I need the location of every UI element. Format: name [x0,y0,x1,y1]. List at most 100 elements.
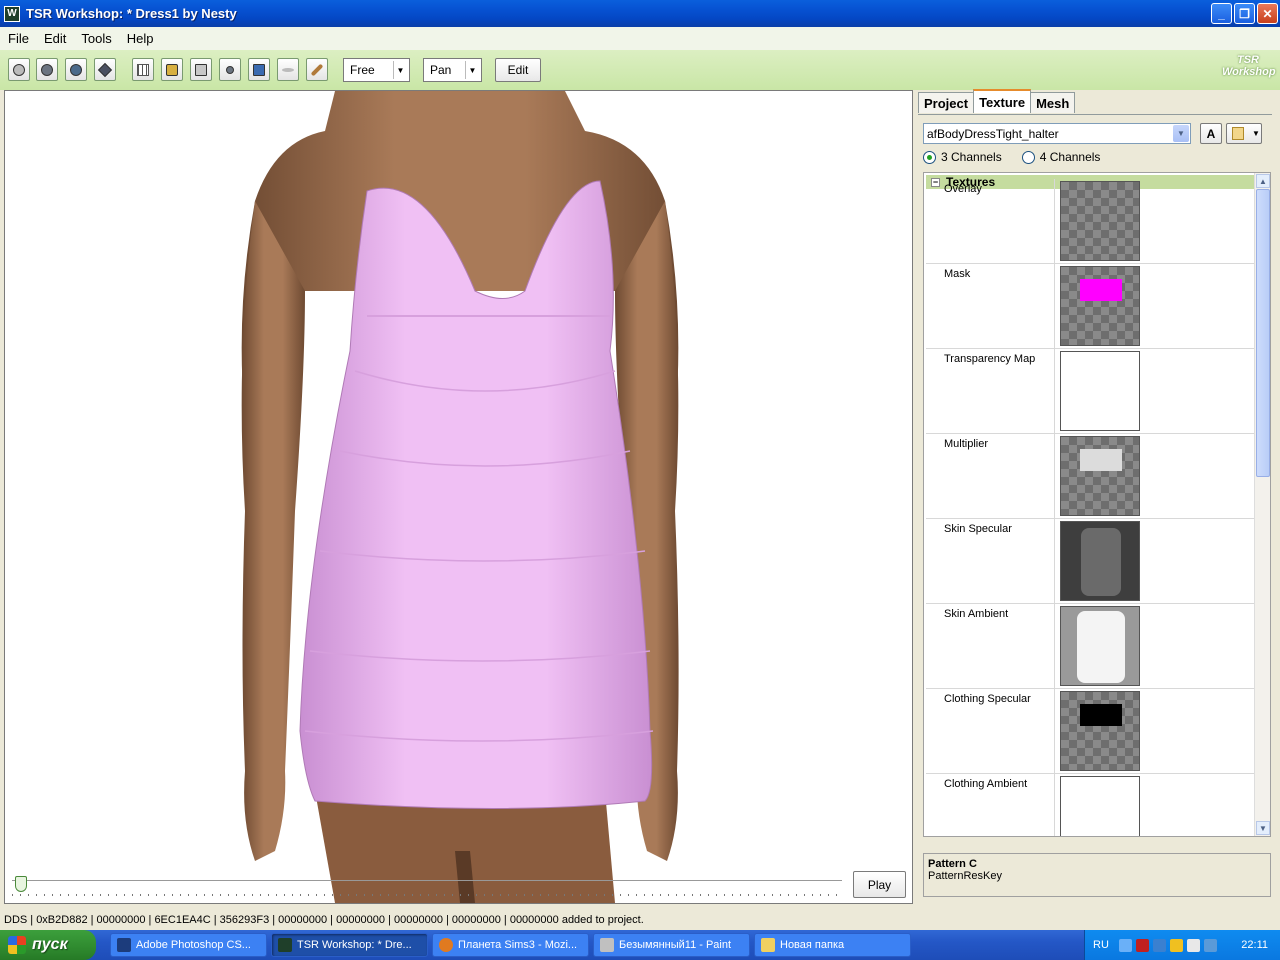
app-icon: W [4,5,20,22]
edit-button[interactable]: Edit [495,58,541,82]
four-channels-radio[interactable] [1021,150,1035,164]
texture-list: − Textures Overlay Mask Transparency Map [923,172,1271,837]
tsr-workshop-icon [278,938,292,952]
floor-button[interactable] [190,58,212,81]
description-subtitle: PatternResKey [928,870,1002,882]
minimize-button[interactable]: _ [1211,3,1232,24]
grid-button[interactable] [132,58,154,81]
texture-thumbnail[interactable] [1060,266,1140,346]
texture-label: Skin Ambient [944,608,1009,620]
network-icon[interactable] [1152,938,1166,952]
light-button[interactable] [219,58,241,81]
three-channels-radio[interactable] [923,150,936,164]
bone-tool-button[interactable] [306,58,328,81]
floor-icon [195,63,207,76]
menu-bar: File Edit Tools Help [0,27,1280,50]
texture-row-multiplier: Multiplier [926,434,1254,519]
toolbar: Free ▼ Pan ▼ Edit TSR Workshop [0,50,1280,90]
texture-label: Multiplier [944,438,989,450]
mode-select[interactable]: Free ▼ [343,58,410,82]
a-button[interactable]: A [1200,123,1222,144]
menu-tools[interactable]: Tools [74,31,118,46]
camera-select[interactable]: Pan ▼ [423,58,482,82]
import-button[interactable]: ▼ [1226,123,1262,144]
chevron-down-icon: ▼ [465,61,479,79]
timeline-slider-thumb[interactable] [15,876,27,892]
tray-app-icon[interactable] [1186,938,1200,952]
tray-app-icon[interactable] [1169,938,1183,952]
tray-app-icon[interactable] [1135,938,1149,952]
menu-file[interactable]: File [1,31,36,46]
close-button[interactable]: ✕ [1257,3,1278,24]
model-render [241,91,679,903]
task-paint[interactable]: Безымянный11 - Paint [593,933,750,957]
texture-thumbnail[interactable] [1060,181,1140,261]
three-channels-label: 3 Channels [941,150,1002,164]
task-firefox[interactable]: Планета Sims3 - Mozi... [432,933,589,957]
texture-thumbnail[interactable] [1060,691,1140,771]
normals-button[interactable] [248,58,270,81]
title-bar: W TSR Workshop: * Dress1 by Nesty _ ❐ ✕ [0,0,1280,27]
3d-viewport[interactable] [4,90,913,904]
tab-texture[interactable]: Texture [973,89,1032,113]
texture-row-skin-ambient: Skin Ambient [926,604,1254,689]
maximize-button[interactable]: ❐ [1234,3,1255,24]
tab-project[interactable]: Project [918,92,975,113]
taskbar: пуск Adobe Photoshop CS... TSR Workshop:… [0,930,1280,960]
shading-flat-button[interactable] [8,58,30,81]
texture-label: Clothing Ambient [944,778,1028,790]
firefox-icon [439,938,453,952]
texture-label: Skin Specular [944,523,1012,535]
menu-help[interactable]: Help [120,31,161,46]
texture-label: Transparency Map [944,353,1036,365]
shading-textured-button[interactable] [65,58,87,81]
texture-label: Mask [944,268,971,280]
chevron-left-icon[interactable] [1118,938,1132,952]
scrollbar-thumb[interactable] [1256,189,1270,477]
sphere-icon [70,63,82,76]
texture-thumbnail[interactable] [1060,606,1140,686]
paint-icon [600,938,614,952]
texture-row-clothing-ambient: Clothing Ambient [926,774,1254,836]
mesh-group-select[interactable]: afBodyDressTight_halter ▼ [923,123,1191,144]
sphere-icon [41,63,53,76]
status-text: DDS | 0xB2D882 | 00000000 | 6EC1EA4C | 3… [4,914,644,926]
task-tsr-workshop[interactable]: TSR Workshop: * Dre... [271,933,428,957]
task-photoshop[interactable]: Adobe Photoshop CS... [110,933,267,957]
play-button[interactable]: Play [853,871,906,898]
tab-mesh[interactable]: Mesh [1030,92,1076,113]
clock: 22:11 [1241,939,1268,951]
menu-edit[interactable]: Edit [37,31,73,46]
texture-thumbnail[interactable] [1060,521,1140,601]
mode-select-value: Free [350,63,375,77]
property-description: Pattern C PatternResKey [923,853,1271,897]
scroll-down-icon[interactable]: ▼ [1256,821,1270,835]
shadow-button[interactable] [277,58,299,81]
bones-button[interactable] [161,58,183,81]
texture-tab-body: afBodyDressTight_halter ▼ A ▼ 3 Channels… [918,114,1272,904]
language-indicator[interactable]: RU [1093,939,1109,951]
wireframe-button[interactable] [94,58,116,81]
texture-row-transparency-map: Transparency Map [926,349,1254,434]
mesh-group-select-value: afBodyDressTight_halter [927,126,1059,141]
start-button[interactable]: пуск [0,930,96,960]
texture-thumbnail[interactable] [1060,436,1140,516]
texture-list-scrollbar[interactable]: ▲ ▼ [1254,173,1270,836]
windows-logo-icon [8,936,26,954]
grid-icon [137,63,149,76]
properties-panel: Project Texture Mesh afBodyDressTight_ha… [916,89,1280,904]
volume-icon[interactable] [1203,938,1217,952]
mesh-icon [253,63,265,76]
animation-timeline[interactable] [12,876,842,900]
bone-icon [310,63,324,76]
texture-row-mask: Mask [926,264,1254,349]
description-title: Pattern C [928,858,977,870]
texture-label: Overlay [944,183,982,195]
texture-thumbnail[interactable] [1060,776,1140,836]
document-icon [1232,127,1244,140]
shading-smooth-button[interactable] [36,58,58,81]
photoshop-icon [117,938,131,952]
scroll-up-icon[interactable]: ▲ [1256,174,1270,188]
texture-thumbnail[interactable] [1060,351,1140,431]
task-folder[interactable]: Новая папка [754,933,911,957]
